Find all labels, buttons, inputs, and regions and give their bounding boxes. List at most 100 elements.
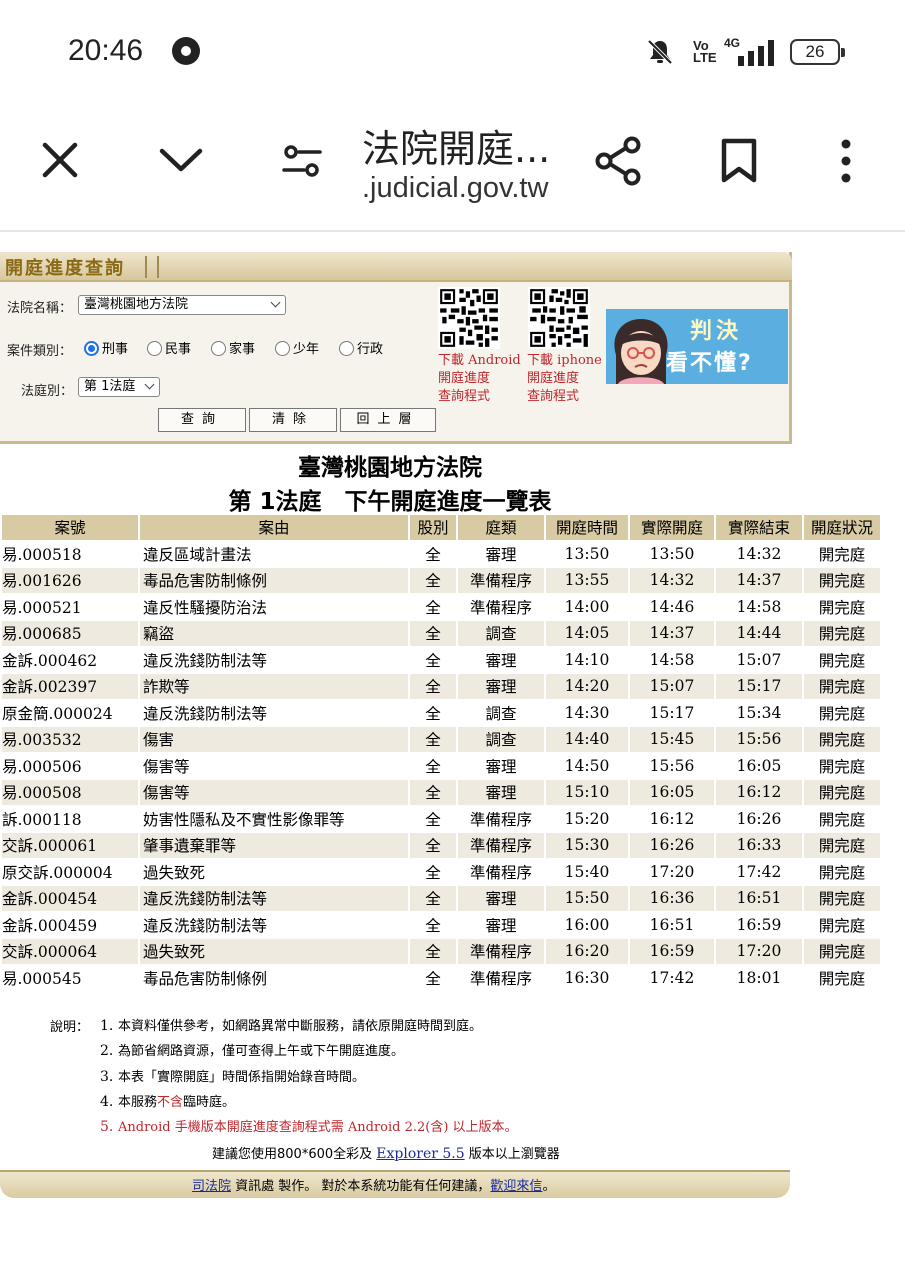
actual-start-cell: 15:17: [630, 700, 714, 725]
table-row: ‎易.000506‎ 傷害等全審理 14:50 15:56 16:05 開完庭: [2, 753, 880, 778]
hearing-type-cell: 審理: [458, 541, 544, 566]
note-number: 3.: [100, 1069, 114, 1085]
court-select-value: 臺灣桃園地方法院: [84, 297, 189, 312]
android-download-link[interactable]: 下載 Android 開庭進度 查詢程式: [438, 352, 521, 406]
actual-start-cell: 15:56: [630, 753, 714, 778]
radio-criminal[interactable]: 刑事: [84, 338, 128, 357]
tune-icon[interactable]: [282, 144, 322, 178]
hearing-type-cell: 準備程序: [458, 594, 544, 619]
footer-text: 司法院 資訊處 製作。 對於本系統功能有任何建議，歡迎來信。: [192, 1175, 555, 1194]
bookmark-icon[interactable]: [720, 138, 758, 184]
case-number-cell: ‎原金簡.000024‎: [2, 700, 138, 725]
actual-end-cell: 16:05: [716, 753, 802, 778]
col-header-status[interactable]: 開庭狀況: [804, 515, 880, 540]
court-name-label: 法院名稱：: [7, 301, 73, 316]
scheduled-time-cell: 14:10: [546, 647, 628, 672]
radio-civil[interactable]: 民事: [147, 338, 191, 357]
actual-end-cell: 16:51: [716, 886, 802, 911]
status-bar: 20:46 Vo LTE 4G 26: [0, 0, 905, 100]
radio-icon: [211, 341, 226, 356]
contact-link[interactable]: 歡迎來信: [490, 1179, 542, 1194]
actual-end-cell: 17:20: [716, 939, 802, 964]
android-qr-code-icon[interactable]: [438, 287, 500, 349]
chevron-down-icon[interactable]: [158, 145, 204, 175]
court-select[interactable]: 臺灣桃園地方法院: [78, 295, 286, 315]
actual-end-cell: 14:32: [716, 541, 802, 566]
status-cell: 開完庭: [804, 568, 880, 593]
table-row: ‎金訴.000462‎ 違反洗錢防制法等全審理 14:10 14:58 15:07 開完庭: [2, 647, 880, 672]
actual-end-cell: 17:42: [716, 859, 802, 884]
division-cell: 全: [410, 727, 456, 752]
status-cell: 開完庭: [804, 859, 880, 884]
scheduled-time-cell: 14:20: [546, 674, 628, 699]
page-title[interactable]: 法院開庭...: [362, 118, 550, 173]
cause-cell: 違反區域計畫法: [140, 541, 408, 566]
actual-start-cell: 17:42: [630, 965, 714, 990]
notes-label: 說明：: [50, 1020, 90, 1035]
actual-end-cell: 15:07: [716, 647, 802, 672]
col-header-scheduled-time[interactable]: 開庭時間: [546, 515, 628, 540]
iphone-download-link[interactable]: 下載 iphone 開庭進度 查詢程式: [527, 352, 602, 406]
actual-start-cell: 16:05: [630, 780, 714, 805]
note-5: 5. Android 手機版本開庭進度查詢程式需 Android 2.2(含) 以…: [100, 1116, 518, 1135]
hearing-type-cell: 準備程序: [458, 806, 544, 831]
actual-end-cell: 18:01: [716, 965, 802, 990]
note-text: 本表「實際開庭」時間係指開始錄音時間。: [118, 1070, 366, 1085]
case-number-cell: ‎易.000545‎: [2, 965, 138, 990]
radio-icon: [339, 341, 354, 356]
table-row: ‎交訴.000061‎ 肇事遺棄罪等全準備程序 15:30 16:26 16:33 開完庭: [2, 833, 880, 858]
col-header-actual-start[interactable]: 實際開庭: [630, 515, 714, 540]
explorer-link[interactable]: Explorer 5.5: [376, 1146, 464, 1162]
col-header-cause[interactable]: 案由: [140, 515, 408, 540]
more-menu-icon[interactable]: [838, 138, 854, 184]
court-title: 臺灣桃園地方法院: [298, 455, 482, 481]
case-number-cell: ‎易.000518‎: [2, 541, 138, 566]
back-button[interactable]: 回上層: [340, 408, 436, 432]
actual-start-cell: 13:50: [630, 541, 714, 566]
case-number-cell: ‎易.001626‎: [2, 568, 138, 593]
clear-button[interactable]: 清除: [249, 408, 337, 432]
radio-juvenile[interactable]: 少年: [275, 338, 319, 357]
case-number-cell: ‎易.000685‎: [2, 621, 138, 646]
scheduled-time-cell: 15:30: [546, 833, 628, 858]
chevron-down-icon: [144, 379, 155, 390]
judgment-banner[interactable]: 判決 看不懂?: [606, 309, 788, 384]
banner-line2: 看不懂?: [666, 351, 753, 376]
note-number: 5.: [100, 1119, 114, 1135]
case-number-cell: ‎易.000506‎: [2, 753, 138, 778]
col-header-actual-end[interactable]: 實際結束: [716, 515, 802, 540]
division-cell: 全: [410, 886, 456, 911]
share-icon[interactable]: [594, 136, 644, 186]
col-header-case-no[interactable]: 案號: [2, 515, 138, 540]
table-row: ‎原交訴.000004‎ 過失致死全準備程序 15:40 17:20 17:42 開完庭: [2, 859, 880, 884]
table-row: ‎訴.000118‎ 妨害性隱私及不實性影像罪等全準備程序 15:20 16:12 16…: [2, 806, 880, 831]
close-icon[interactable]: [40, 140, 80, 180]
table-row: ‎易.000521‎ 違反性騷擾防治法全準備程序 14:00 14:46 14:58 開完…: [2, 594, 880, 619]
scheduled-time-cell: 13:55: [546, 568, 628, 593]
division-cell: 全: [410, 674, 456, 699]
courtroom-select[interactable]: 第 1法庭: [78, 377, 160, 397]
iphone-qr-code-icon[interactable]: [528, 287, 590, 349]
query-button[interactable]: 查詢: [158, 408, 246, 432]
scheduled-time-cell: 15:50: [546, 886, 628, 911]
status-cell: 開完庭: [804, 753, 880, 778]
judicial-yuan-link[interactable]: 司法院: [192, 1179, 231, 1194]
scheduled-time-cell: 14:05: [546, 621, 628, 646]
case-number-cell: ‎易.000508‎: [2, 780, 138, 805]
note-text: Android 手機版本開庭進度查詢程式需 Android 2.2(含) 以上版…: [118, 1120, 518, 1135]
hearing-type-cell: 準備程序: [458, 859, 544, 884]
note-text: 為節省網路資源，僅可查得上午或下午開庭進度。: [118, 1044, 405, 1059]
page-url[interactable]: .judicial.gov.tw: [362, 172, 548, 205]
hearing-type-cell: 審理: [458, 647, 544, 672]
case-type-label: 案件類別：: [7, 344, 73, 359]
col-header-division[interactable]: 股別: [410, 515, 456, 540]
footer-end: 。: [542, 1179, 556, 1194]
radio-administrative[interactable]: 行政: [339, 338, 383, 357]
radio-family[interactable]: 家事: [211, 338, 255, 357]
actual-end-cell: 16:33: [716, 833, 802, 858]
col-header-hearing-type[interactable]: 庭類: [458, 515, 544, 540]
radio-label: 行政: [357, 342, 384, 357]
actual-start-cell: 16:51: [630, 912, 714, 937]
status-cell: 開完庭: [804, 912, 880, 937]
hearing-type-cell: 審理: [458, 912, 544, 937]
